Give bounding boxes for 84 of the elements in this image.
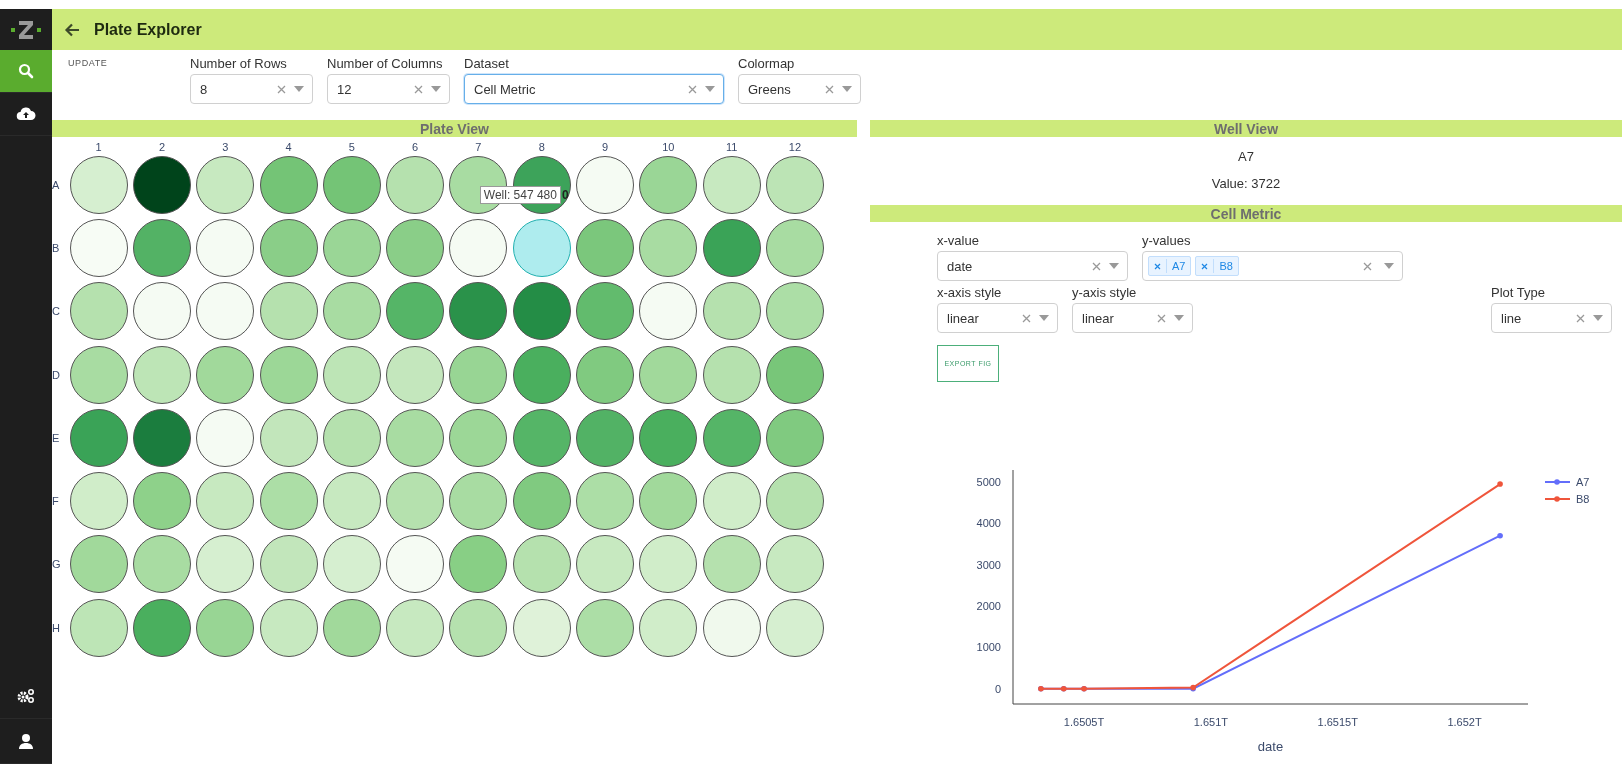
dropdown[interactable]: Cell Metric	[464, 74, 724, 104]
clear-icon[interactable]	[688, 84, 697, 94]
x-tick-label: 1.6515T	[1317, 716, 1358, 728]
x-tick-label: 1.651T	[1193, 716, 1228, 728]
row-label: C	[52, 305, 61, 318]
x-tick-label: 1.652T	[1447, 716, 1482, 728]
dropdown[interactable]: date	[937, 251, 1128, 281]
y-tick-label: 0	[994, 682, 1001, 695]
y-tick-label: 5000	[976, 476, 1001, 488]
dropdown[interactable]: 12	[327, 74, 450, 104]
cloud-upload-icon[interactable]	[16, 106, 36, 122]
dropdown[interactable]: line	[1491, 303, 1612, 333]
remove-tag-icon[interactable]	[1201, 262, 1209, 270]
y-tick-label: 1000	[976, 641, 1001, 654]
section-title: Well View	[1213, 120, 1279, 137]
caret-icon[interactable]	[1593, 315, 1603, 321]
row-label: D	[52, 368, 61, 381]
legend-label: B8	[1576, 493, 1590, 505]
x-axis-title: date	[1257, 739, 1284, 754]
column-label: 4	[284, 141, 293, 153]
well-value: Value: 3722	[1211, 176, 1281, 191]
caret-icon[interactable]	[1039, 315, 1049, 321]
dropdown-label: y-values	[1142, 233, 1192, 248]
dropdown[interactable]: linear	[1072, 303, 1193, 333]
row-label: G	[52, 558, 62, 571]
column-label: 11	[724, 141, 739, 153]
column-label: 3	[221, 141, 230, 153]
dropdown-label: x-value	[937, 233, 980, 248]
tooltip: Well: 547 480	[479, 186, 561, 204]
caret-icon[interactable]	[842, 86, 852, 92]
caret-icon[interactable]	[431, 86, 441, 92]
clear-icon[interactable]	[1363, 261, 1372, 271]
dropdown-label: Plot Type	[1491, 285, 1546, 300]
dropdown[interactable]: 8	[190, 74, 313, 104]
column-label: 10	[661, 141, 676, 153]
clear-icon[interactable]	[1576, 313, 1585, 323]
column-label: 2	[157, 141, 166, 153]
row-label: H	[52, 621, 61, 634]
dropdown-label: Dataset	[464, 56, 510, 71]
section-title: Cell Metric	[1210, 205, 1282, 222]
clear-icon[interactable]	[277, 84, 286, 94]
search-nav-item[interactable]	[0, 50, 52, 93]
clear-icon[interactable]	[1092, 261, 1101, 271]
dropdown-label: x-axis style	[937, 285, 1003, 300]
dropdown[interactable]: linear	[937, 303, 1058, 333]
y-tick-label: 3000	[976, 558, 1001, 571]
y-tick-label: 2000	[976, 600, 1001, 612]
row-label: B	[52, 241, 61, 254]
y-tick-label: 4000	[976, 517, 1001, 530]
clear-icon[interactable]	[825, 84, 834, 94]
legend-swatch[interactable]	[1544, 479, 1571, 485]
caret-icon[interactable]	[1384, 263, 1394, 269]
x-tick-label: 1.6505T	[1063, 716, 1105, 728]
page-title: Plate Explorer	[94, 20, 202, 39]
row-label: E	[52, 431, 61, 444]
dropdown-label: Number of Rows	[190, 56, 288, 71]
clear-icon[interactable]	[1157, 313, 1166, 323]
dropdown[interactable]: Greens	[738, 74, 861, 104]
caret-icon[interactable]	[1109, 263, 1119, 269]
column-label: 6	[411, 141, 420, 153]
legend-label: A7	[1576, 476, 1590, 488]
clear-icon[interactable]	[414, 84, 423, 94]
column-label: 9	[600, 141, 610, 153]
dropdown-label: Number of Columns	[327, 56, 444, 71]
legend-swatch[interactable]	[1544, 496, 1571, 502]
column-label: 8	[537, 141, 546, 153]
tooltip-text: 0	[561, 188, 569, 202]
section-title: Plate View	[420, 120, 489, 137]
column-label: 7	[474, 141, 483, 153]
column-label: 12	[787, 141, 803, 153]
dropdown-label: y-axis style	[1072, 285, 1138, 300]
back-arrow-icon[interactable]	[64, 22, 80, 37]
row-label: A	[52, 178, 61, 191]
column-label: 1	[94, 141, 103, 153]
column-label: 5	[347, 141, 356, 153]
caret-icon[interactable]	[1174, 315, 1184, 321]
caret-icon[interactable]	[294, 86, 304, 92]
well-name: A7	[1238, 149, 1254, 164]
caret-icon[interactable]	[705, 86, 715, 92]
clear-icon[interactable]	[1022, 313, 1031, 323]
remove-tag-icon[interactable]	[1154, 262, 1161, 270]
dropdown-label: Colormap	[738, 56, 796, 71]
row-label: F	[52, 495, 60, 508]
update-button[interactable]: UPDATE	[68, 56, 130, 68]
